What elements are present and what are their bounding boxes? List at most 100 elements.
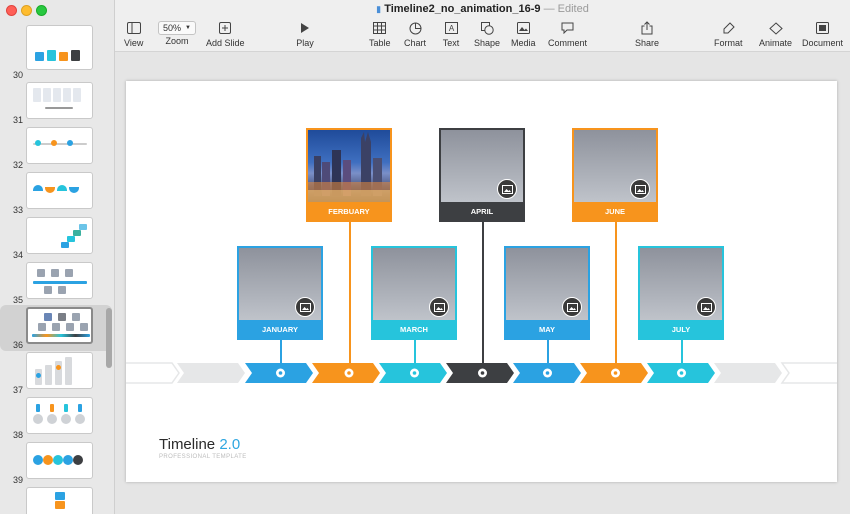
slide-thumbnail-38[interactable]: 38 [0,395,112,441]
image-placeholder-icon[interactable] [696,297,716,317]
play-button[interactable]: Play [296,20,314,50]
text-icon: A [442,20,460,36]
slide-thumbnail-33[interactable]: 33 [0,170,112,216]
image-placeholder-icon[interactable] [497,179,517,199]
timeline-card-february[interactable]: FERBUARY [306,128,392,222]
slide-thumbnail-37[interactable]: 37 [0,350,112,396]
card-label: APRIL [441,202,523,220]
share-icon [638,20,656,36]
format-label: Format [714,38,743,48]
connector-line [615,220,617,371]
slide-thumbnail-34[interactable]: 34 [0,215,112,261]
slide-thumbnail-39[interactable]: 39 [0,440,112,486]
slide-number: 30 [12,70,23,80]
slide-navigator: 30 31 32 33 34 35 36 37 38 39 [0,0,115,514]
slide[interactable]: FERBUARY APRIL JUNE JANUARY MARCH MAY JU… [126,81,837,482]
slide-number: 32 [12,160,23,170]
slide-number: 34 [12,250,23,260]
slide-thumbnail-32[interactable]: 32 [0,125,112,171]
template-title: Timeline 2.0 [159,436,240,453]
media-button[interactable]: Media [511,20,536,50]
slide-thumbnail-40[interactable] [0,485,112,514]
zoom-select[interactable]: 50% ▼ [158,21,196,35]
media-label: Media [511,38,536,48]
minimize-window-button[interactable] [21,5,32,16]
add-slide-icon [216,20,234,36]
zoom-label: Zoom [165,36,189,46]
table-label: Table [369,38,391,48]
svg-text:A: A [448,24,454,33]
comment-label: Comment [548,38,588,48]
card-label: FERBUARY [308,202,390,220]
zoom-control[interactable]: 50% ▼ Zoom [158,20,196,50]
template-title-text: Timeline [159,436,216,453]
connector-line [482,220,484,371]
slide-thumbnail-30[interactable]: 30 [0,25,112,81]
sidebar-scrollbar[interactable] [106,308,112,368]
text-label: Text [442,38,460,48]
text-button[interactable]: A Text [442,20,460,50]
chart-button[interactable]: Chart [404,20,426,50]
timeline-card-june[interactable]: JUNE [572,128,658,222]
connector-line [349,220,351,371]
sidebar-icon [125,20,143,36]
slide-thumbnail-35[interactable]: 35 [0,260,112,306]
timeline-card-july[interactable]: JULY [638,246,724,340]
template-subtitle: PROFESSIONAL TEMPLATE [159,454,247,460]
shape-button[interactable]: Shape [474,20,500,50]
slide-thumbnail-36[interactable]: 36 [0,305,112,351]
slide-number: 36 [12,340,23,350]
shape-icon [478,20,496,36]
keynote-window: 30 31 32 33 34 35 36 37 38 39 ▮ Timeline… [0,0,850,514]
timeline-card-may[interactable]: MAY [504,246,590,340]
document-label: Document [802,38,844,48]
city-photo [308,130,390,202]
document-button[interactable]: Document [802,20,843,50]
add-slide-button[interactable]: Add Slide [206,20,245,50]
share-label: Share [635,38,660,48]
slide-thumbnail-31[interactable]: 31 [0,80,112,126]
zoom-value: 50% [163,23,182,33]
slide-number: 33 [12,205,23,215]
image-placeholder-icon[interactable] [295,297,315,317]
animate-label: Animate [759,38,793,48]
format-button[interactable]: Format [714,20,743,50]
chart-icon [406,20,424,36]
table-button[interactable]: Table [369,20,391,50]
play-label: Play [296,38,314,48]
chart-label: Chart [404,38,427,48]
image-placeholder-icon[interactable] [429,297,449,317]
title-separator: — [543,3,555,15]
diamond-icon [767,20,785,36]
image-placeholder-icon[interactable] [562,297,582,317]
timeline-card-january[interactable]: JANUARY [237,246,323,340]
animate-button[interactable]: Animate [759,20,792,50]
share-button[interactable]: Share [635,20,659,50]
edited-status: Edited [557,3,589,15]
card-label: MAY [506,320,588,338]
table-icon [371,20,389,36]
document-inspector-icon [814,20,832,36]
image-placeholder-icon[interactable] [630,179,650,199]
view-button[interactable]: View [124,20,143,50]
close-window-button[interactable] [6,5,17,16]
maximize-window-button[interactable] [36,5,47,16]
card-label: JANUARY [239,320,321,338]
paintbrush-icon [719,20,737,36]
timeline-card-march[interactable]: MARCH [371,246,457,340]
slide-number: 37 [12,385,23,395]
slide-number: 39 [12,475,23,485]
window-title: ▮ Timeline2_no_animation_16-9 — Edited [115,3,850,15]
document-icon: ▮ [376,4,382,14]
add-slide-label: Add Slide [206,38,245,48]
timeline-card-april[interactable]: APRIL [439,128,525,222]
slide-number: 38 [12,430,23,440]
view-label: View [124,38,144,48]
comment-button[interactable]: Comment [548,20,587,50]
card-label: JUNE [574,202,656,220]
template-version: 2.0 [219,436,241,453]
toolbar: ▮ Timeline2_no_animation_16-9 — Edited V… [115,0,850,52]
play-icon [296,20,314,36]
document-name: Timeline2_no_animation_16-9 [384,3,541,15]
shape-label: Shape [474,38,501,48]
